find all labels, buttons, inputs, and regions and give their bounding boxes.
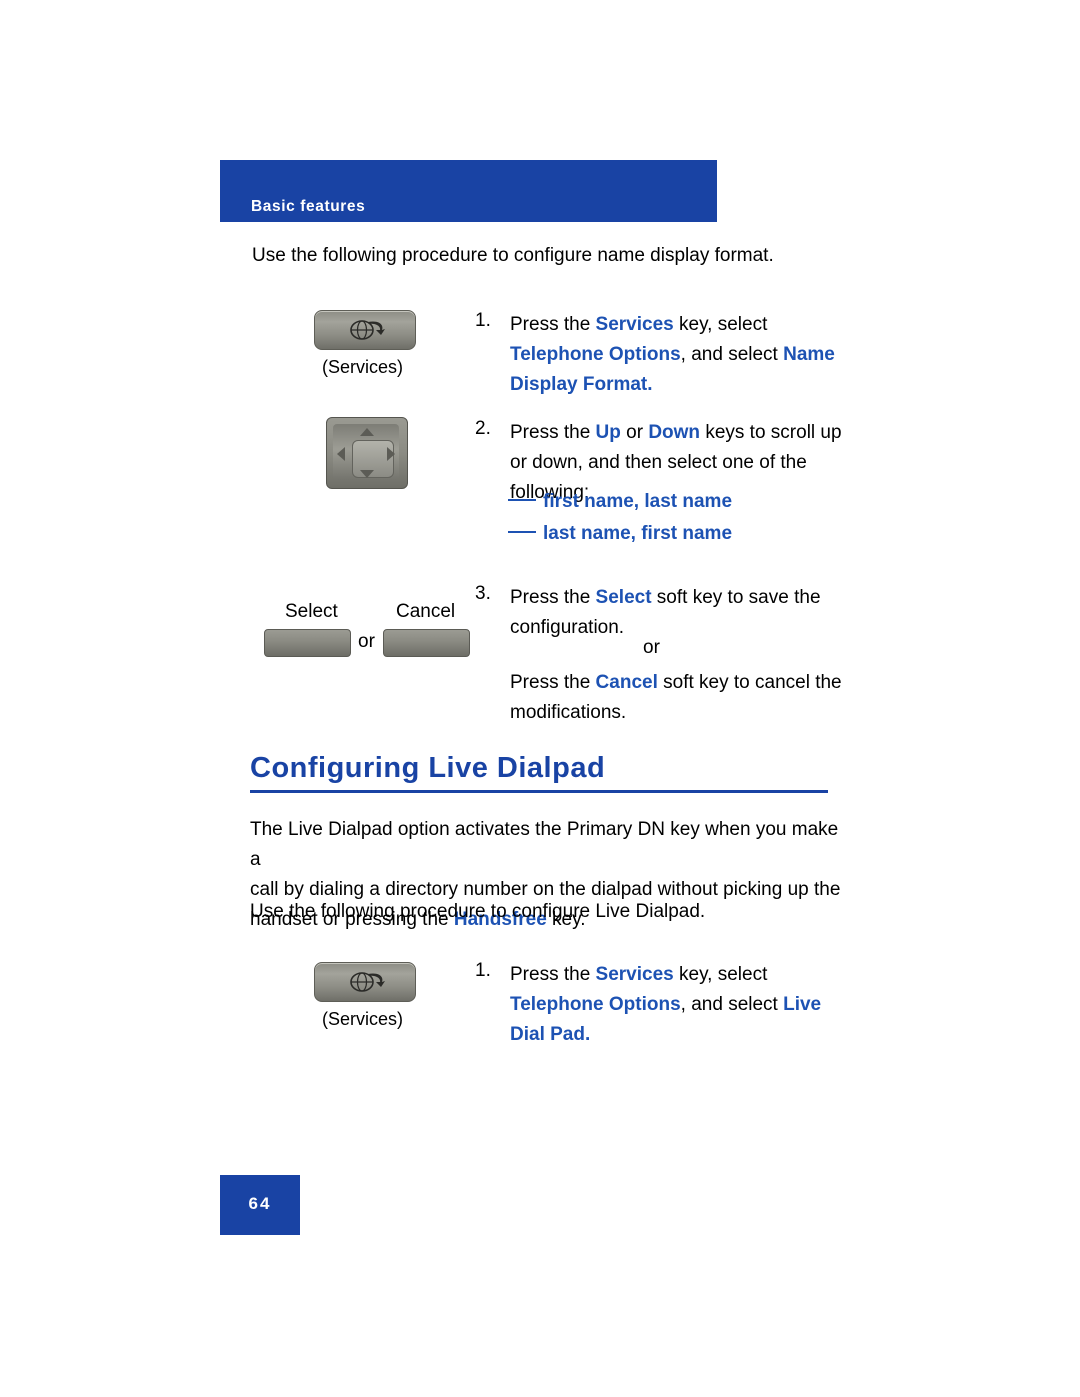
globe-arrow-icon (350, 320, 385, 340)
section-heading-rule (250, 790, 828, 793)
document-page: Basic features Use the following procedu… (0, 0, 1080, 1397)
nav-left-arrow-icon (337, 447, 345, 461)
step3-line1-b: Select (595, 587, 652, 608)
step2-line1-c: or (620, 422, 649, 443)
ld-step1-line2-a: Telephone Options (510, 994, 681, 1015)
step-text-1: Press the Services key, select Telephone… (510, 310, 850, 400)
step3-line3-c: soft key to cancel the (657, 672, 842, 693)
navigation-key-icon (326, 417, 408, 489)
section-heading: Configuring Live Dialpad (250, 752, 606, 784)
ld-step1-line1-a: Press the (510, 964, 596, 985)
globe-arrow-icon-2 (350, 972, 385, 992)
ld-step1-line3: Dial Pad. (510, 1024, 591, 1045)
nav-up-arrow-icon (360, 428, 374, 436)
services-key-caption-1: (Services) (322, 357, 404, 377)
step3-line1-a: Press the (510, 587, 596, 608)
softkey-caption-cancel: Cancel (396, 601, 456, 622)
step-text-3: Press the Select soft key to save the co… (510, 583, 850, 643)
step3-line3-a: Press the (510, 672, 596, 693)
bullet-label-1: last name, first name (543, 523, 733, 544)
step1-line2-a: Telephone Options (510, 344, 681, 365)
step2-line1-b: Up (595, 422, 621, 443)
step-text-ld-1: Press the Services key, select Telephone… (510, 960, 850, 1050)
nav-down-arrow-icon (360, 470, 374, 478)
bullet-dash-icon-0 (508, 498, 536, 501)
step-number-2: 2. (475, 418, 491, 439)
step2-line1-d: Down (648, 422, 701, 443)
cancel-soft-key-icon (383, 629, 470, 657)
step-text-3-alt: Press the Cancel soft key to cancel the … (510, 668, 850, 728)
nav-right-arrow-icon (387, 447, 395, 461)
step1-line2-c: Name (783, 344, 835, 365)
services-key-icon-2 (314, 962, 416, 1002)
page-number-box: 64 (220, 1175, 300, 1235)
header-title: Basic features (251, 198, 366, 215)
step1-line1-b: Services (595, 314, 674, 335)
services-key-icon-1 (314, 310, 416, 350)
or-label-step3: or (643, 637, 660, 658)
ld-step1-line2-c: Live (783, 994, 822, 1015)
or-label-between-softkeys: or (358, 631, 375, 652)
ld-step1-line1-b: Services (595, 964, 674, 985)
step3-line2: configuration. (510, 617, 625, 638)
step2-line1-a: Press the (510, 422, 596, 443)
step1-line2-b: , and select (680, 344, 784, 365)
intro-paragraph-name-display: Use the following procedure to configure… (252, 245, 774, 266)
step2-line1-e: keys to scroll up (700, 422, 842, 443)
step2-line2: or down, and then select one of the (510, 452, 807, 473)
step3-line4: modifications. (510, 702, 627, 723)
select-soft-key-icon (264, 629, 351, 657)
intro-paragraph-live-dialpad: Use the following procedure to configure… (250, 901, 706, 922)
step-number-1: 1. (475, 310, 491, 331)
page-header-bar: Basic features (220, 160, 717, 222)
step-number-ld-1: 1. (475, 960, 491, 981)
bullet-label-0: first name, last name (543, 491, 733, 512)
ld-step1-line2-b: , and select (680, 994, 784, 1015)
step1-line3: Display Format. (510, 374, 653, 395)
step1-line1-c: key, select (673, 314, 768, 335)
section-para-line1: The Live Dialpad option activates the Pr… (250, 819, 839, 870)
page-number: 64 (248, 1194, 272, 1213)
bullet-dash-icon-1 (508, 530, 536, 533)
softkey-caption-select: Select (285, 601, 338, 622)
ld-step1-line1-c: key, select (673, 964, 768, 985)
bullet-item-1: last name, first name (508, 523, 732, 545)
bullet-item-0: first name, last name (508, 491, 732, 513)
services-key-caption-2: (Services) (322, 1009, 404, 1029)
step3-line3-b: Cancel (595, 672, 658, 693)
step1-line1-a: Press the (510, 314, 596, 335)
step-number-3: 3. (475, 583, 491, 604)
step3-line1-c: soft key to save the (651, 587, 821, 608)
